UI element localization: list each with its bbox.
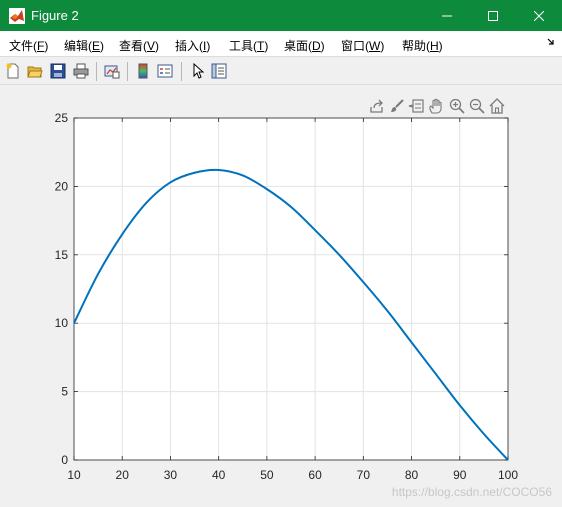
menu-edit-label: 编辑( xyxy=(64,39,92,53)
property-inspector-button[interactable] xyxy=(210,62,228,80)
insert-legend-button[interactable] xyxy=(156,62,174,80)
menu-tools-label: 工具( xyxy=(229,39,257,53)
menu-file-label: 文件( xyxy=(9,39,37,53)
menu-desktop-label: 桌面( xyxy=(284,39,312,53)
close-icon xyxy=(534,10,544,21)
menu-tools[interactable]: 工具(T) xyxy=(229,37,268,54)
x-tick-label: 80 xyxy=(405,468,419,482)
link-plot-icon xyxy=(104,65,120,79)
brush-button[interactable] xyxy=(388,96,406,116)
pan-button[interactable] xyxy=(427,96,445,116)
menu-help-key: H xyxy=(430,39,439,53)
dock-arrow-icon[interactable] xyxy=(547,38,555,49)
y-tick-label: 5 xyxy=(61,385,68,399)
x-tick-label: 40 xyxy=(212,468,226,482)
watermark: https://blog.csdn.net/COCO56 xyxy=(391,485,552,499)
x-tick-label: 10 xyxy=(67,468,81,482)
axes-background xyxy=(74,118,508,460)
data-tips-icon xyxy=(408,99,424,113)
toolbar-separator xyxy=(181,62,182,81)
property-inspector-icon xyxy=(211,63,227,79)
toolbar-separator xyxy=(127,62,128,81)
x-tick-labels: 10 20 30 40 50 60 70 80 90 100 xyxy=(67,468,518,482)
matlab-logo-icon xyxy=(9,8,25,24)
print-button[interactable] xyxy=(72,62,90,80)
y-tick-labels: 0 5 10 15 20 25 xyxy=(55,111,69,467)
edit-plot-button[interactable] xyxy=(188,62,206,80)
menu-file-suffix: ) xyxy=(44,39,49,53)
link-plot-button[interactable] xyxy=(103,62,121,80)
menu-view-suffix: ) xyxy=(155,39,160,53)
save-button[interactable] xyxy=(49,62,67,80)
home-icon xyxy=(489,98,505,114)
open-file-icon xyxy=(27,66,43,78)
x-tick-label: 30 xyxy=(164,468,178,482)
menu-insert[interactable]: 插入(I) xyxy=(175,37,210,54)
close-button[interactable] xyxy=(516,0,562,31)
x-tick-label: 90 xyxy=(453,468,467,482)
window-title: Figure 2 xyxy=(31,8,79,23)
menu-tools-suffix: ) xyxy=(264,39,269,53)
zoom-out-icon xyxy=(469,98,485,114)
menu-help[interactable]: 帮助(H) xyxy=(402,37,443,54)
menu-insert-label: 插入( xyxy=(175,39,203,53)
pan-hand-icon xyxy=(429,98,442,114)
export-icon xyxy=(370,99,383,113)
figure-toolbar xyxy=(0,56,562,85)
y-tick-label: 20 xyxy=(55,179,69,193)
line-plot[interactable]: 10 20 30 40 50 60 70 80 90 100 0 5 10 15 20 25 xyxy=(0,86,562,507)
menu-view-key: V xyxy=(147,39,156,53)
toolbar-separator xyxy=(96,62,97,81)
insert-colorbar-button[interactable] xyxy=(134,62,152,80)
menu-view-label: 查看( xyxy=(119,39,147,53)
menu-help-label: 帮助( xyxy=(402,39,430,53)
menu-edit-key: E xyxy=(92,39,101,53)
insert-legend-icon xyxy=(157,64,173,78)
menu-file[interactable]: 文件(F) xyxy=(9,37,48,54)
minimize-button[interactable] xyxy=(424,0,470,31)
new-figure-button[interactable] xyxy=(4,62,22,80)
print-icon xyxy=(73,63,89,79)
menu-help-suffix: ) xyxy=(438,39,443,53)
menu-edit-suffix: ) xyxy=(100,39,105,53)
y-tick-label: 15 xyxy=(55,248,69,262)
menu-window-key: W xyxy=(369,39,381,53)
menu-desktop[interactable]: 桌面(D) xyxy=(284,37,325,54)
menu-desktop-suffix: ) xyxy=(320,39,325,53)
zoom-in-icon xyxy=(449,98,465,114)
menu-bar: 文件(F) 编辑(E) 查看(V) 插入(I) 工具(T) 桌面(D) 窗口(W… xyxy=(0,31,562,56)
brush-icon xyxy=(391,99,404,112)
x-tick-label: 70 xyxy=(357,468,371,482)
edit-plot-arrow-icon xyxy=(193,63,205,79)
menu-window[interactable]: 窗口(W) xyxy=(341,37,384,54)
export-button[interactable] xyxy=(368,96,386,116)
maximize-icon xyxy=(488,10,498,21)
y-tick-label: 25 xyxy=(55,111,69,125)
figure-canvas[interactable]: 10 20 30 40 50 60 70 80 90 100 0 5 10 15 20 25 https:/… xyxy=(0,86,562,507)
minimize-icon xyxy=(442,15,452,16)
axes-toolbar xyxy=(368,96,508,116)
y-tick-label: 10 xyxy=(55,316,69,330)
x-tick-label: 60 xyxy=(308,468,322,482)
menu-window-label: 窗口( xyxy=(341,39,369,53)
x-tick-label: 100 xyxy=(498,468,518,482)
menu-edit[interactable]: 编辑(E) xyxy=(64,37,104,54)
save-icon xyxy=(50,63,66,79)
menu-desktop-key: D xyxy=(312,39,321,53)
menu-window-suffix: ) xyxy=(380,39,385,53)
menu-view[interactable]: 查看(V) xyxy=(119,37,159,54)
menu-insert-suffix: ) xyxy=(206,39,211,53)
data-tips-button[interactable] xyxy=(407,96,425,116)
title-bar: Figure 2 xyxy=(0,0,562,31)
zoom-in-button[interactable] xyxy=(448,96,466,116)
maximize-button[interactable] xyxy=(470,0,516,31)
home-button[interactable] xyxy=(488,96,506,116)
zoom-out-button[interactable] xyxy=(468,96,486,116)
insert-colorbar-icon xyxy=(138,63,148,79)
open-file-button[interactable] xyxy=(26,62,44,80)
y-tick-label: 0 xyxy=(61,453,68,467)
x-tick-label: 50 xyxy=(260,468,274,482)
x-tick-label: 20 xyxy=(116,468,130,482)
new-figure-icon xyxy=(6,63,19,79)
